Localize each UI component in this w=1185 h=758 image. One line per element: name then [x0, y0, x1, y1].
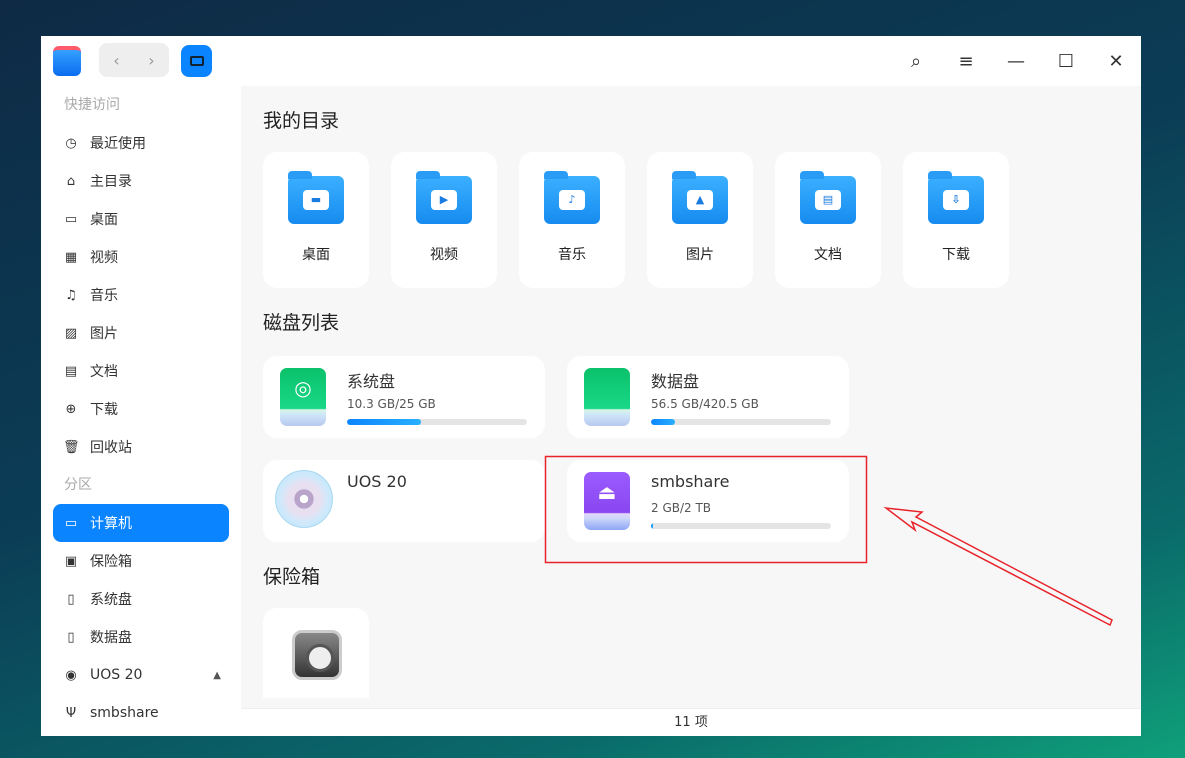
- arrow-annotation: [883, 506, 1113, 627]
- annotation-overlay: [544, 455, 1113, 627]
- highlight-box: [544, 455, 868, 564]
